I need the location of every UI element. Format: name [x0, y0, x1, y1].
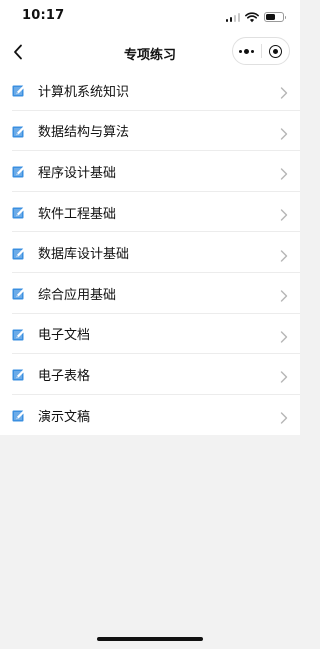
list-item[interactable]: 数据库设计基础	[0, 232, 300, 273]
chevron-right-icon	[280, 125, 288, 140]
cellular-signal-icon	[225, 12, 240, 22]
close-miniprogram-button[interactable]	[262, 38, 290, 64]
list-item[interactable]: 程序设计基础	[0, 151, 300, 192]
list-item-label: 数据库设计基础	[38, 247, 130, 263]
edit-note-icon	[12, 286, 26, 300]
status-time: 10:17	[22, 8, 65, 23]
chevron-right-icon	[280, 165, 288, 181]
edit-note-icon	[12, 408, 26, 422]
list-item[interactable]: 演示文稿	[0, 395, 300, 436]
list-item[interactable]: 电子表格	[0, 354, 300, 395]
practice-list: 计算机系统知识 数据结构与算法 程序设计基础 软件工程基础 数据库设计基础 综合应用基础电…	[0, 70, 300, 436]
edit-note-icon	[12, 83, 26, 97]
list-item[interactable]: 综合应用基础	[0, 273, 300, 314]
edit-note-icon	[12, 327, 26, 341]
list-item[interactable]: 软件工程基础	[0, 192, 300, 233]
list-item-label: 程序设计基础	[38, 165, 117, 181]
menu-capsule	[232, 37, 290, 65]
list-item-label: 演示文稿	[38, 409, 91, 425]
edit-note-icon	[12, 164, 26, 178]
battery-icon	[264, 12, 286, 22]
navigation-bar: 专项练习	[0, 34, 300, 70]
list-item[interactable]: 电子文档	[0, 314, 300, 355]
chevron-right-icon	[280, 84, 288, 99]
home-indicator	[97, 637, 203, 641]
edit-note-icon	[12, 205, 26, 219]
chevron-right-icon	[280, 368, 288, 384]
list-item-label: 数据结构与算法	[38, 125, 130, 141]
list-item-label: 电子表格	[38, 368, 91, 384]
more-dots-icon	[239, 48, 255, 54]
more-button[interactable]	[233, 38, 261, 64]
status-icons	[225, 10, 286, 24]
chevron-right-icon	[280, 206, 288, 221]
chevron-right-icon	[280, 409, 288, 424]
list-item-label: 电子文档	[38, 328, 91, 344]
wifi-icon	[245, 11, 259, 22]
list-item-label: 综合应用基础	[38, 287, 117, 303]
status-bar: 10:17	[0, 0, 300, 34]
chevron-right-icon	[280, 328, 288, 343]
list-item-label: 软件工程基础	[38, 206, 117, 222]
list-item[interactable]: 计算机系统知识	[0, 70, 300, 111]
list-item[interactable]: 数据结构与算法	[0, 111, 300, 152]
close-target-icon	[268, 44, 282, 58]
chevron-right-icon	[280, 287, 288, 302]
list-item-label: 计算机系统知识	[38, 84, 130, 100]
edit-note-icon	[12, 246, 26, 260]
edit-note-icon	[12, 367, 26, 381]
chevron-right-icon	[280, 247, 288, 262]
edit-note-icon	[12, 124, 26, 138]
